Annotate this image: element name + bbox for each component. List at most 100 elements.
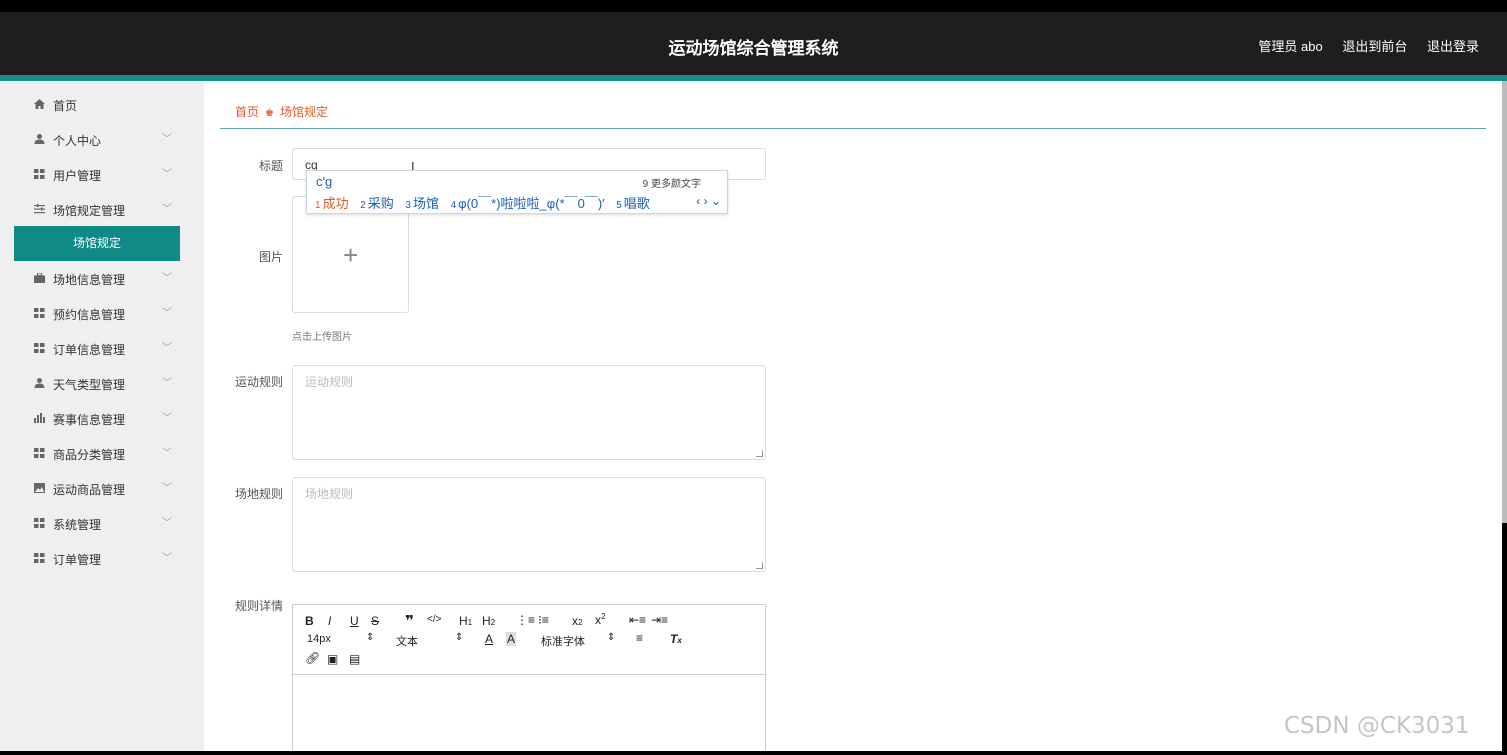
image-insert-icon[interactable]: ▣ — [327, 652, 338, 666]
sidebar-item-system[interactable]: 系统管理 ﹀ — [0, 506, 204, 540]
sidebar-item-label: 系统管理 — [53, 518, 102, 532]
ime-candidate[interactable]: 3 场馆 — [405, 196, 439, 211]
subscript-icon[interactable]: x2 — [572, 614, 582, 628]
background-color-icon[interactable]: A — [506, 632, 517, 646]
font-size-select[interactable]: 14px — [307, 633, 331, 645]
ime-candidate[interactable]: 2 采购 — [360, 196, 394, 211]
chevron-down-icon: ﹀ — [162, 413, 172, 424]
home-icon — [34, 99, 45, 109]
underline-icon[interactable]: U — [350, 614, 359, 628]
heading2-icon[interactable]: H2 — [482, 614, 495, 628]
breadcrumb-separator-icon: ♚ — [265, 108, 274, 119]
select-arrows-icon: ⇕ — [366, 632, 375, 643]
main-content: 首页 ♚ 场馆规定 标题 cg I 图片 + 点击上传图片 c'g 9 更多颜文字 … — [204, 81, 1502, 755]
grid-icon — [34, 308, 45, 318]
venue-rules-placeholder: 场地规则 — [305, 487, 354, 501]
sidebar-item-order-info[interactable]: 订单信息管理 ﹀ — [0, 331, 204, 365]
heading1-icon[interactable]: H1 — [459, 614, 472, 628]
sidebar-item-venue-rules[interactable]: 场馆规定管理 ﹀ — [0, 192, 204, 226]
sidebar-subitem-label: 场馆规定 — [72, 236, 121, 250]
font-family-select[interactable]: 标准字体 — [541, 633, 585, 649]
chevron-down-icon: ﹀ — [162, 553, 172, 564]
header-links: 管理员 abo 退出到前台 退出登录 — [1242, 36, 1479, 55]
superscript-icon[interactable]: x2 — [595, 612, 605, 627]
sidebar-item-label: 个人中心 — [53, 134, 102, 148]
sidebar: 首页 个人中心 ﹀ 用户管理 ﹀ 场馆规定管理 ﹀ 场馆规定 场地信息管理 ﹀ … — [0, 81, 204, 751]
ordered-list-icon[interactable]: ⋮≡ — [516, 613, 535, 627]
ime-candidates: 1 成功 2 采购 3 场馆 4 φ(0￣*)啦啦啦_φ(*￣0￣)′ 5 唱歌 — [315, 193, 658, 212]
exit-to-frontend-link[interactable]: 退出到前台 — [1342, 39, 1407, 54]
resize-handle-icon[interactable] — [756, 450, 763, 457]
sidebar-item-label: 场馆规定管理 — [53, 204, 126, 218]
chevron-down-icon: ﹀ — [162, 134, 172, 145]
bold-icon[interactable]: B — [305, 614, 314, 628]
venue-rules-textarea[interactable]: 场地规则 — [292, 477, 766, 572]
sidebar-subitem-venue-rules[interactable]: 场馆规定 — [14, 226, 180, 261]
chevron-down-icon: ﹀ — [162, 308, 172, 319]
sidebar-item-home[interactable]: 首页 — [0, 87, 204, 121]
sidebar-item-users[interactable]: 用户管理 ﹀ — [0, 157, 204, 191]
sidebar-item-label: 运动商品管理 — [53, 483, 126, 497]
grid-icon — [34, 169, 45, 179]
chevron-down-icon: ﹀ — [162, 343, 172, 354]
title-label: 标题 — [258, 159, 283, 173]
sidebar-item-booking-info[interactable]: 预约信息管理 ﹀ — [0, 296, 204, 330]
ime-candidate[interactable]: 5 唱歌 — [616, 196, 650, 211]
outdent-icon[interactable]: ⇤≡ — [629, 613, 646, 627]
picture-icon — [34, 483, 45, 493]
chevron-down-icon: ﹀ — [162, 448, 172, 459]
ime-candidate[interactable]: 4 φ(0￣*)啦啦啦_φ(*￣0￣)′ — [451, 196, 605, 211]
clear-format-icon[interactable]: Tx — [670, 632, 682, 646]
image-label: 图片 — [258, 250, 283, 264]
sidebar-item-sport-products[interactable]: 运动商品管理 ﹀ — [0, 471, 204, 505]
breadcrumb-home[interactable]: 首页 — [235, 105, 259, 119]
sidebar-item-label: 赛事信息管理 — [53, 413, 126, 427]
chevron-down-icon: ﹀ — [162, 273, 172, 284]
sidebar-item-label: 首页 — [53, 99, 78, 113]
ime-more-emoticons[interactable]: 9 更多颜文字 — [643, 175, 701, 190]
video-insert-icon[interactable]: ▤ — [349, 652, 360, 666]
sport-rules-label: 运动规则 — [234, 375, 283, 389]
strikethrough-icon[interactable]: S — [371, 614, 379, 628]
sidebar-item-personal-center[interactable]: 个人中心 ﹀ — [0, 122, 204, 156]
paragraph-select[interactable]: 文本 — [396, 633, 418, 649]
page-scrollbar[interactable] — [1502, 81, 1507, 523]
ime-page-arrows-icon[interactable]: ‹ › ⌄ — [696, 194, 721, 208]
sliders-icon — [34, 204, 45, 214]
sidebar-item-label: 天气类型管理 — [53, 378, 126, 392]
sidebar-item-product-categories[interactable]: 商品分类管理 ﹀ — [0, 436, 204, 470]
chevron-down-icon: ﹀ — [162, 378, 172, 389]
person-icon — [34, 378, 45, 388]
plus-icon: + — [343, 240, 359, 270]
ime-candidate[interactable]: 1 成功 — [315, 196, 349, 211]
italic-icon[interactable]: I — [328, 614, 331, 628]
sidebar-item-label: 预约信息管理 — [53, 308, 126, 322]
grid-icon — [34, 448, 45, 458]
indent-icon[interactable]: ⇥≡ — [651, 613, 668, 627]
align-icon[interactable]: ≡ — [636, 631, 643, 645]
chevron-down-icon: ﹀ — [162, 518, 172, 529]
code-block-icon[interactable]: </> — [427, 614, 441, 625]
sidebar-item-label: 用户管理 — [53, 169, 102, 183]
sport-rules-placeholder: 运动规则 — [305, 375, 354, 389]
logout-link[interactable]: 退出登录 — [1427, 39, 1479, 54]
sidebar-item-weather-types[interactable]: 天气类型管理 ﹀ — [0, 366, 204, 400]
person-icon — [34, 134, 45, 144]
sidebar-item-orders[interactable]: 订单管理 ﹀ — [0, 541, 204, 575]
sidebar-item-venue-info[interactable]: 场地信息管理 ﹀ — [0, 261, 204, 295]
sidebar-item-label: 订单信息管理 — [53, 343, 126, 357]
grid-icon — [34, 343, 45, 353]
blockquote-icon[interactable]: ❞ — [405, 612, 414, 630]
resize-handle-icon[interactable] — [756, 562, 763, 569]
link-icon[interactable]: 🔗︎ — [305, 651, 320, 665]
text-color-icon[interactable]: A — [485, 632, 493, 646]
sport-rules-textarea[interactable]: 运动规则 — [292, 365, 766, 460]
venue-rules-label: 场地规则 — [234, 487, 283, 501]
sidebar-item-label: 商品分类管理 — [53, 448, 126, 462]
sidebar-item-events[interactable]: 赛事信息管理 ﹀ — [0, 401, 204, 435]
bullet-list-icon[interactable]: ⁝≡ — [538, 613, 549, 627]
chevron-down-icon: ﹀ — [162, 204, 172, 215]
watermark-text: CSDN @CK3031 — [1284, 713, 1470, 739]
admin-user-link[interactable]: 管理员 abo — [1258, 39, 1322, 54]
select-arrows-icon: ⇕ — [607, 632, 616, 643]
